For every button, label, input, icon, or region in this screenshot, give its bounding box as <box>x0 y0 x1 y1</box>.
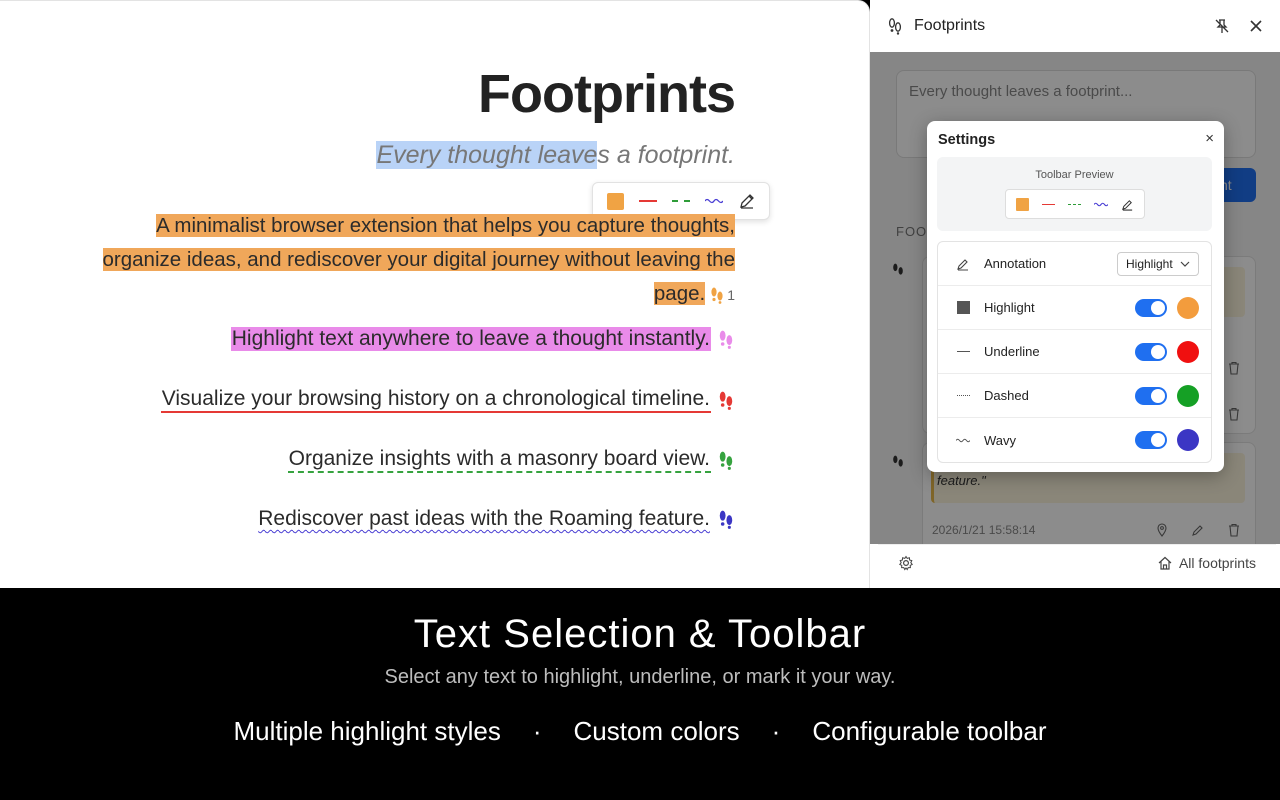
all-footprints-label: All footprints <box>1178 554 1256 571</box>
underline-toggle[interactable] <box>1135 342 1167 361</box>
footprint-count: 1 <box>727 286 735 303</box>
intro-paragraph: A minimalist browser extension that help… <box>75 209 735 312</box>
highlight-toggle[interactable] <box>1135 298 1167 317</box>
highlight-square-icon <box>956 301 970 314</box>
option-wavy: Wavy <box>938 418 1211 462</box>
subtitle-rest[interactable]: s a footprint. <box>597 141 735 169</box>
footprints-logo-icon <box>888 18 902 35</box>
feature-text[interactable]: Rediscover past ideas with the Roaming f… <box>257 507 711 531</box>
option-underline: Underline <box>938 330 1211 374</box>
caption-feature: Multiple highlight styles <box>233 716 501 746</box>
caption-band: Text Selection & Toolbar Select any text… <box>0 588 1280 800</box>
home-icon <box>1158 556 1172 570</box>
pencil-icon[interactable] <box>738 192 756 210</box>
feature-line-highlight: Highlight text anywhere to leave a thoug… <box>230 327 735 351</box>
underline-line-icon <box>956 351 970 352</box>
separator: · <box>532 716 542 746</box>
web-page: Footprints Every thought leaves a footpr… <box>0 0 870 588</box>
pencil-icon <box>1121 199 1132 211</box>
underline-tool-button[interactable] <box>638 200 657 202</box>
footprint-icon[interactable] <box>717 329 735 349</box>
option-label: Underline <box>984 344 1040 359</box>
caption-feature: Configurable toolbar <box>812 716 1047 746</box>
settings-options: Annotation Highlight Highlight Underline… <box>937 241 1212 463</box>
highlight-color-picker[interactable] <box>1177 296 1199 319</box>
annotation-select-value: Highlight <box>1126 256 1173 271</box>
chevron-down-icon <box>1180 261 1190 267</box>
wavy-color-picker[interactable] <box>1177 429 1199 451</box>
option-label: Wavy <box>984 432 1017 448</box>
option-highlight: Highlight <box>938 286 1211 330</box>
option-annotation: Annotation Highlight <box>938 242 1211 286</box>
toolbar-preview-bar <box>1005 189 1145 219</box>
feature-line-wavy: Rediscover past ideas with the Roaming f… <box>257 507 735 531</box>
option-label: Highlight <box>984 300 1035 315</box>
wavy-toggle[interactable] <box>1135 431 1167 449</box>
annotation-select[interactable]: Highlight <box>1117 251 1199 276</box>
page-title: Footprints <box>478 64 736 124</box>
highlighted-paragraph[interactable]: A minimalist browser extension that help… <box>102 214 735 305</box>
underline-color-picker[interactable] <box>1177 340 1199 363</box>
option-label: Dashed <box>984 388 1029 403</box>
footprint-icon[interactable] <box>709 286 725 304</box>
gear-icon[interactable] <box>898 555 914 571</box>
option-dashed: Dashed <box>938 374 1211 418</box>
feature-line-dashed: Organize insights with a masonry board v… <box>287 447 735 473</box>
footprint-icon[interactable] <box>717 509 735 529</box>
feature-text[interactable]: Visualize your browsing history on a chr… <box>160 387 711 413</box>
toolbar-preview: Toolbar Preview <box>937 157 1212 231</box>
settings-dialog: Settings × Toolbar Preview Annotation Hi… <box>927 121 1224 472</box>
wavy-line-icon <box>956 438 970 442</box>
panel-title: Footprints <box>914 17 986 34</box>
page-subtitle[interactable]: Every thought leaves a footprint. <box>376 141 735 170</box>
selected-text[interactable]: Every thought leave <box>376 141 598 169</box>
caption-feature: Custom colors <box>573 716 740 746</box>
pencil-icon <box>957 258 968 271</box>
underline-icon <box>1042 203 1056 205</box>
panel-footer: All footprints <box>878 544 1276 580</box>
separator: · <box>771 716 781 746</box>
caption-features: Multiple highlight styles · Custom color… <box>0 716 1280 747</box>
wavy-tool-button[interactable] <box>704 198 723 204</box>
feature-text[interactable]: Highlight text anywhere to leave a thoug… <box>230 327 711 351</box>
unpin-icon[interactable] <box>1214 18 1230 34</box>
feature-line-underline: Visualize your browsing history on a chr… <box>160 387 735 413</box>
highlight-swatch-icon <box>1016 197 1030 211</box>
dashed-color-picker[interactable] <box>1177 384 1199 407</box>
settings-title: Settings <box>938 132 996 148</box>
all-footprints-link[interactable]: All footprints <box>1157 555 1256 571</box>
dashed-toggle[interactable] <box>1135 386 1167 405</box>
footprint-icon[interactable] <box>717 450 735 470</box>
wavy-icon <box>1093 202 1108 206</box>
dashed-tool-button[interactable] <box>671 200 690 202</box>
highlight-tool-button[interactable] <box>606 192 624 210</box>
close-icon[interactable] <box>1248 18 1264 34</box>
caption-subtitle: Select any text to highlight, underline,… <box>384 666 896 688</box>
feature-text[interactable]: Organize insights with a masonry board v… <box>287 447 711 473</box>
caption-title: Text Selection & Toolbar <box>413 612 867 656</box>
footprint-icon[interactable] <box>717 390 735 410</box>
toolbar-preview-label: Toolbar Preview <box>1035 169 1114 181</box>
panel-header: Footprints <box>870 0 1280 52</box>
dashed-icon <box>1067 203 1081 205</box>
option-label: Annotation <box>984 256 1047 271</box>
dashed-line-icon <box>956 395 970 396</box>
close-settings-button[interactable]: × <box>1205 131 1214 147</box>
